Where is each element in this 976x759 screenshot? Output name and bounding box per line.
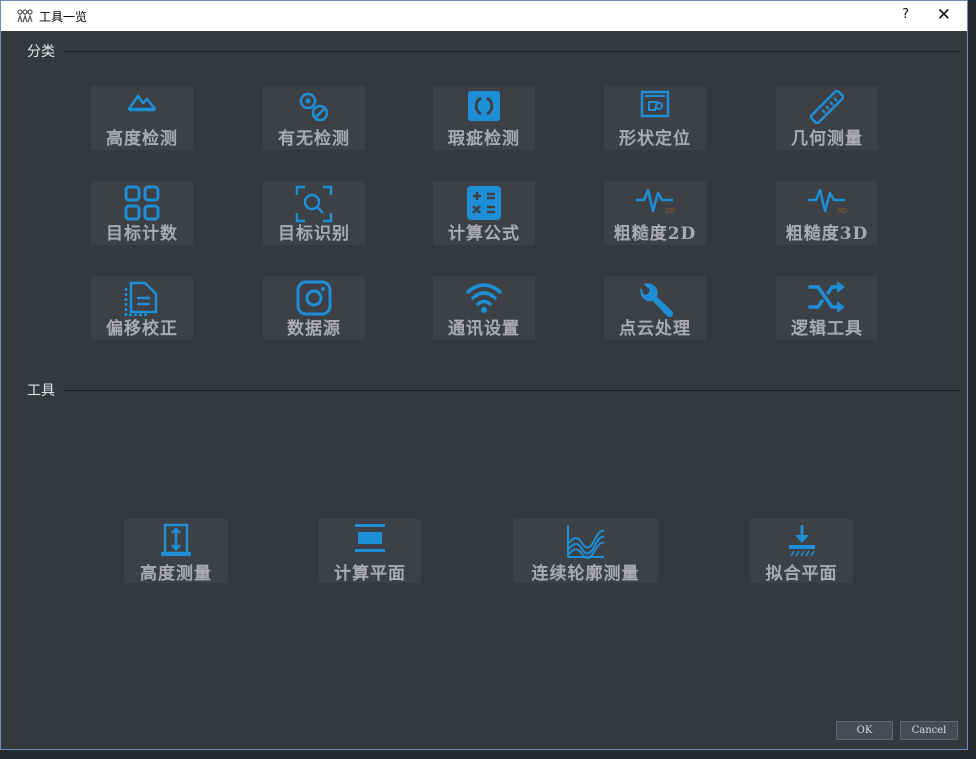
category-tile[interactable]: 点云处理 xyxy=(604,276,706,340)
tile-label: 拟合平面 xyxy=(765,564,838,584)
title-bar: 工具一览 ? ✕ xyxy=(1,1,967,31)
tile-label: 粗糙度3D xyxy=(785,224,869,244)
section-divider xyxy=(65,50,959,52)
offset-correct-icon xyxy=(91,280,193,316)
category-tile[interactable]: 目标识别 xyxy=(263,181,365,245)
defect-icon xyxy=(433,90,535,122)
shuffle-icon xyxy=(776,280,878,314)
tile-label: 通讯设置 xyxy=(448,319,520,339)
presence-icon xyxy=(263,90,365,124)
category-tile[interactable]: 目标计数 xyxy=(91,181,193,245)
tool-tile[interactable]: 拟合平面 xyxy=(750,519,853,584)
category-tile[interactable]: 有无检测 xyxy=(263,86,365,150)
svg-text:2D: 2D xyxy=(665,207,675,215)
plane-icon xyxy=(319,523,421,553)
calculator-icon xyxy=(433,185,535,221)
background-edge xyxy=(0,750,976,759)
category-tile[interactable]: 形状定位 xyxy=(604,86,706,150)
tile-label: 高度检测 xyxy=(106,129,178,149)
category-tile[interactable]: 数据源 xyxy=(263,276,365,340)
tile-label: 瑕疵检测 xyxy=(448,129,520,149)
app-icon xyxy=(17,9,33,23)
category-tile[interactable]: 3D 粗糙度3D xyxy=(776,181,878,245)
tile-label: 目标计数 xyxy=(106,224,178,244)
category-section-header: 分类 xyxy=(27,41,959,61)
tool-tile[interactable]: 计算平面 xyxy=(319,519,421,584)
category-tile[interactable]: 高度检测 xyxy=(91,86,193,150)
tools-section-title: 工具 xyxy=(27,383,55,399)
tile-label: 粗糙度2D xyxy=(613,224,697,244)
camera-icon xyxy=(263,280,365,316)
ok-button[interactable]: OK xyxy=(836,721,893,740)
category-tile[interactable]: 通讯设置 xyxy=(433,276,535,340)
svg-text:3D: 3D xyxy=(837,207,847,215)
cancel-button[interactable]: Cancel xyxy=(900,721,958,740)
shape-locate-icon xyxy=(604,90,706,118)
section-divider xyxy=(65,389,959,391)
tool-tile[interactable]: 连续轮廓测量 xyxy=(513,519,658,584)
category-tile[interactable]: 计算公式 xyxy=(433,181,535,245)
tile-label: 连续轮廓测量 xyxy=(531,564,640,584)
tile-label: 偏移校正 xyxy=(106,319,178,339)
tile-label: 计算平面 xyxy=(334,564,406,584)
mountain-icon xyxy=(91,90,193,112)
grid-icon xyxy=(91,185,193,221)
close-button[interactable]: ✕ xyxy=(937,5,951,25)
wifi-icon xyxy=(433,280,535,314)
category-tile[interactable]: 偏移校正 xyxy=(91,276,193,340)
help-button[interactable]: ? xyxy=(902,7,909,22)
category-section-title: 分类 xyxy=(27,44,55,60)
tile-label: 几何测量 xyxy=(791,129,863,149)
scan-search-icon xyxy=(263,185,365,223)
category-tile[interactable]: 逻辑工具 xyxy=(776,276,878,340)
category-tile[interactable]: 瑕疵检测 xyxy=(433,86,535,150)
tools-section-header: 工具 xyxy=(27,380,959,400)
category-tile[interactable]: 2D 粗糙度2D xyxy=(604,181,706,245)
window-title: 工具一览 xyxy=(39,9,88,24)
background-edge xyxy=(968,0,976,759)
tile-label: 有无检测 xyxy=(278,129,350,149)
ruler-icon xyxy=(776,90,878,124)
profile-wave-icon xyxy=(513,523,658,559)
tile-label: 目标识别 xyxy=(278,224,350,244)
tool-overview-dialog: 工具一览 ? ✕ 分类 高度检测 有无检测 瑕疵检测 形状定位 几何测量目标计数 目标识别… xyxy=(0,0,968,750)
tile-label: 数据源 xyxy=(287,319,341,339)
waveform-3d-icon: 3D xyxy=(776,185,878,215)
tool-tile[interactable]: 高度测量 xyxy=(124,519,228,584)
tile-label: 点云处理 xyxy=(619,319,691,339)
fit-plane-icon xyxy=(750,523,853,557)
tile-label: 形状定位 xyxy=(619,129,691,149)
waveform-2d-icon: 2D xyxy=(604,185,706,215)
tile-label: 高度测量 xyxy=(140,564,212,584)
category-tile[interactable]: 几何测量 xyxy=(776,86,878,150)
tile-label: 计算公式 xyxy=(448,224,520,244)
tile-label: 逻辑工具 xyxy=(791,319,863,339)
height-measure-icon xyxy=(124,523,228,557)
